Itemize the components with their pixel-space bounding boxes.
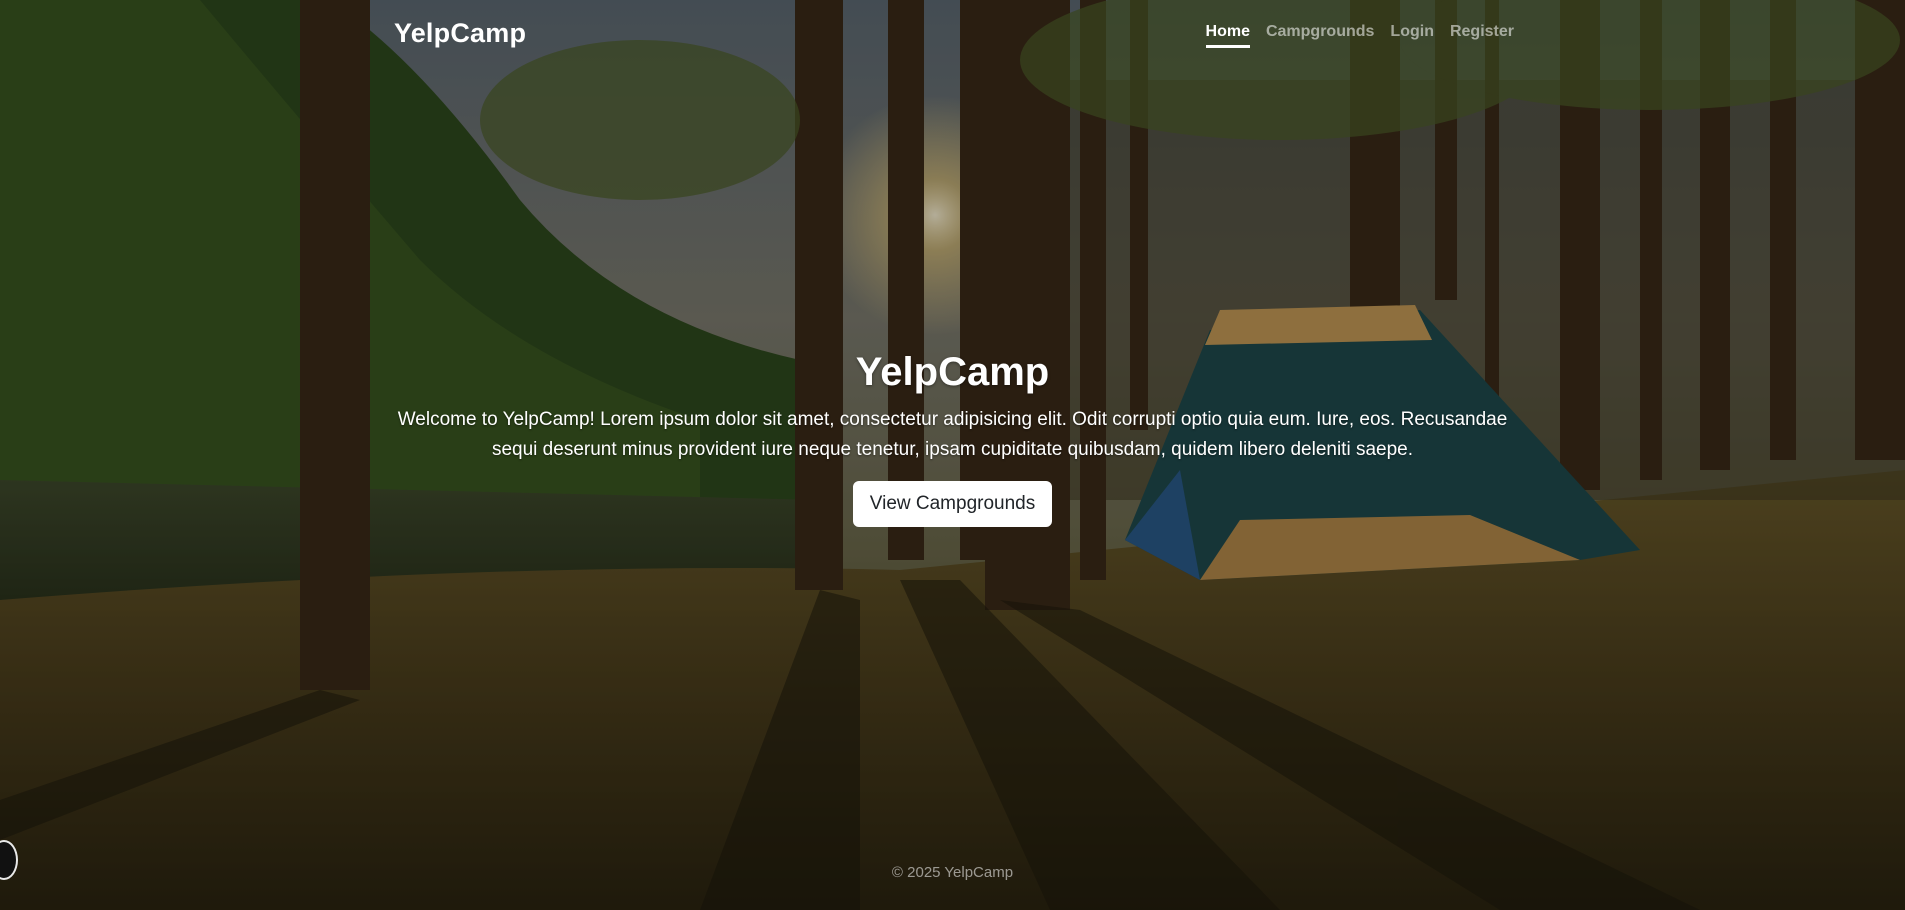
nav-link-campgrounds[interactable]: Campgrounds bbox=[1266, 19, 1374, 48]
copyright-text: © 2025 YelpCamp bbox=[891, 864, 1014, 881]
brand-logo-link[interactable]: YelpCamp bbox=[394, 18, 526, 49]
view-campgrounds-button[interactable]: View Campgrounds bbox=[852, 481, 1053, 527]
nav-link-register[interactable]: Register bbox=[1450, 19, 1514, 48]
hero-lead-text: Welcome to YelpCamp! Lorem ipsum dolor s… bbox=[397, 409, 1508, 460]
nav-link-login[interactable]: Login bbox=[1390, 19, 1434, 48]
site-header: YelpCamp Home Campgrounds Login Register bbox=[394, 0, 1514, 66]
site-footer: © 2025 YelpCamp bbox=[0, 864, 1905, 881]
hero-section: YelpCamp Welcome to YelpCamp! Lorem ipsu… bbox=[380, 350, 1525, 527]
main-nav: Home Campgrounds Login Register bbox=[1205, 19, 1514, 48]
landing-page: YelpCamp Home Campgrounds Login Register… bbox=[0, 0, 1905, 910]
hero-title: YelpCamp bbox=[855, 350, 1050, 394]
nav-link-home[interactable]: Home bbox=[1205, 19, 1250, 48]
